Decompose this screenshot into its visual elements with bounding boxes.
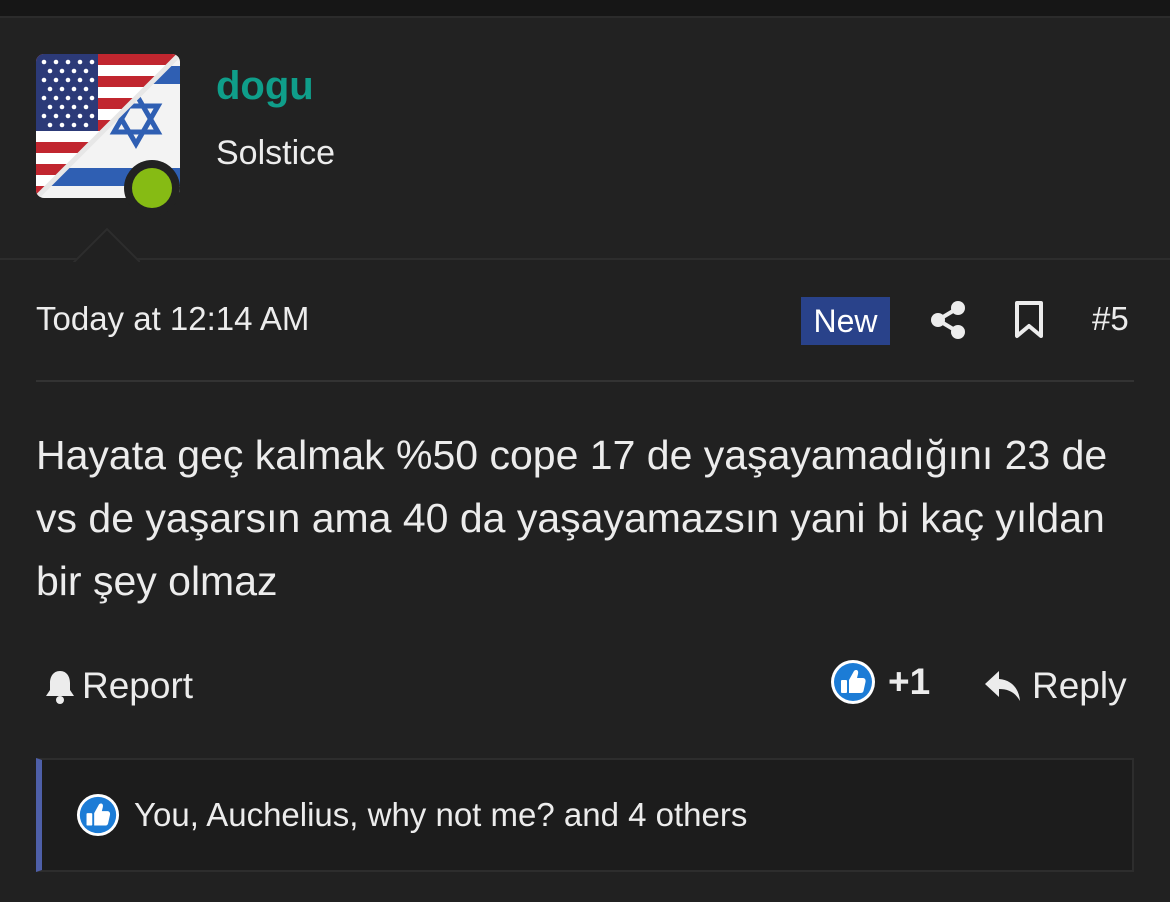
post-number[interactable]: #5 (1092, 300, 1129, 338)
bell-icon (46, 671, 74, 704)
post-body: Hayata geç kalmak %50 cope 17 de yaşayam… (36, 432, 1108, 604)
divider (36, 380, 1134, 382)
share-icon[interactable] (930, 300, 966, 340)
bookmark-icon[interactable] (1012, 300, 1046, 340)
username[interactable]: dogu (216, 64, 314, 109)
online-status-indicator (124, 160, 180, 216)
report-label: Report (82, 665, 194, 706)
message-pointer (72, 226, 140, 262)
reactions-summary[interactable]: You, Auchelius, why not me? and 4 others (134, 796, 747, 834)
top-strip (0, 0, 1170, 16)
report-button[interactable]: Report (44, 662, 193, 710)
reply-button[interactable]: Reply (984, 662, 1127, 710)
like-count: +1 (888, 661, 931, 702)
reply-icon (985, 671, 1020, 701)
reactions-bar[interactable]: You, Auchelius, why not me? and 4 others (36, 758, 1134, 872)
like-icon (76, 793, 120, 837)
user-block: dogu Solstice (0, 18, 1170, 260)
new-badge: New (801, 297, 890, 345)
like-button[interactable]: +1 (830, 659, 930, 705)
user-title: Solstice (216, 134, 336, 172)
reply-label: Reply (1032, 665, 1127, 706)
post-timestamp[interactable]: Today at 12:14 AM (36, 300, 309, 338)
post-card: dogu Solstice Today at 12:14 AM New #5 H… (0, 16, 1170, 902)
like-icon (831, 660, 875, 704)
